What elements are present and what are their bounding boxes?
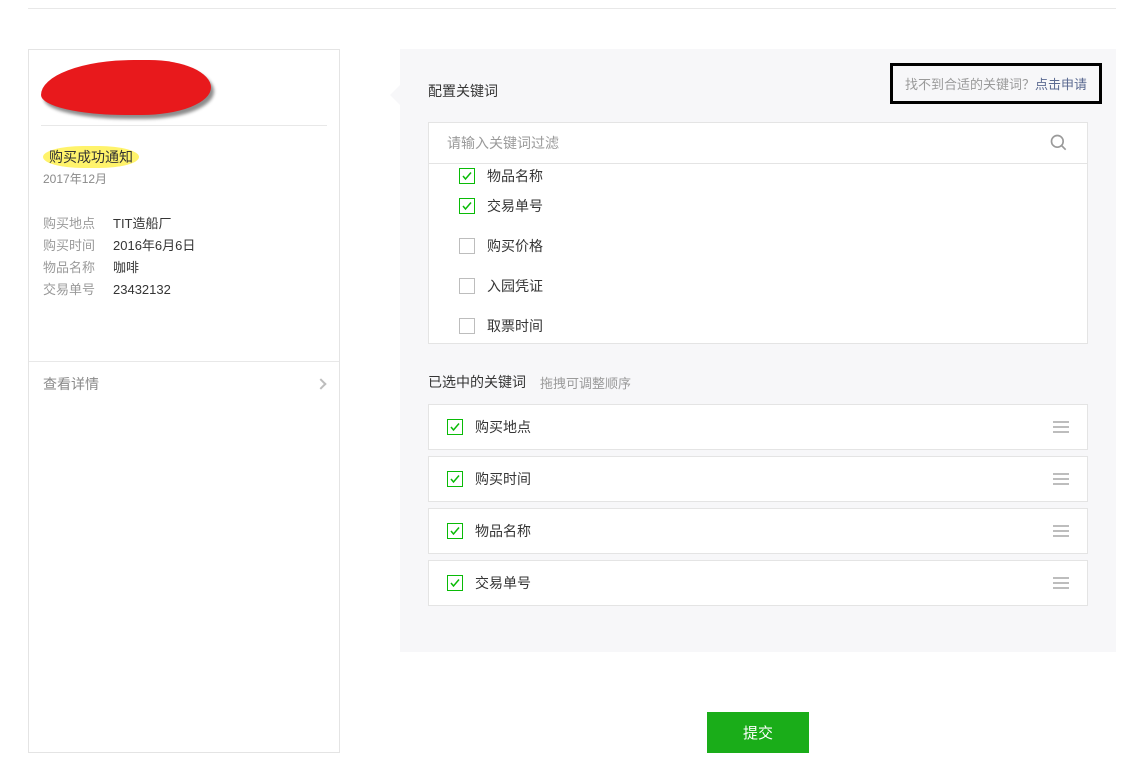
selected-keyword-item[interactable]: 购买地点 <box>428 404 1088 450</box>
preview-kv-row: 交易单号 23432132 <box>43 279 325 301</box>
drag-handle-icon[interactable] <box>1053 525 1069 537</box>
keyword-label: 取票时间 <box>487 316 543 336</box>
selected-keyword-label: 购买地点 <box>475 417 531 437</box>
checkbox-icon <box>459 318 475 334</box>
main-container: 购买成功通知 2017年12月 购买地点 TIT造船厂 购买时间 2016年6月… <box>0 9 1144 753</box>
config-section-title: 配置关键词 <box>428 81 498 101</box>
submit-button[interactable]: 提交 <box>707 712 809 753</box>
selected-hint: 拖拽可调整顺序 <box>540 373 631 392</box>
keyword-search-input[interactable] <box>447 135 1049 151</box>
selected-keyword-label: 交易单号 <box>475 573 531 593</box>
preview-kv-row: 购买时间 2016年6月6日 <box>43 235 325 257</box>
keyword-label: 入园凭证 <box>487 276 543 296</box>
checkbox-icon <box>447 471 463 487</box>
config-box: 配置关键词 找不到合适的关键词？点击申请 物品名称 交易单号 <box>400 49 1116 652</box>
template-preview-card: 购买成功通知 2017年12月 购买地点 TIT造船厂 购买时间 2016年6月… <box>28 49 340 753</box>
apply-link[interactable]: 点击申请 <box>1035 77 1087 92</box>
selected-header: 已选中的关键词 拖拽可调整顺序 <box>428 372 1088 392</box>
preview-kv-value: 咖啡 <box>113 257 139 279</box>
selected-keyword-item[interactable]: 物品名称 <box>428 508 1088 554</box>
chevron-right-icon <box>315 378 326 389</box>
preview-kv-row: 购买地点 TIT造船厂 <box>43 213 325 235</box>
keyword-option[interactable]: 购买价格 <box>429 226 1087 266</box>
keyword-option[interactable]: 取票时间 <box>429 306 1087 344</box>
keyword-option[interactable]: 物品名称 <box>429 166 1087 186</box>
keyword-label: 交易单号 <box>487 196 543 216</box>
preview-kv-list: 购买地点 TIT造船厂 购买时间 2016年6月6日 物品名称 咖啡 交易单号 … <box>43 213 325 301</box>
keyword-label: 购买价格 <box>487 236 543 256</box>
config-panel: 配置关键词 找不到合适的关键词？点击申请 物品名称 交易单号 <box>400 49 1116 753</box>
checkbox-icon <box>459 238 475 254</box>
selected-keyword-label: 物品名称 <box>475 521 531 541</box>
preview-divider <box>41 125 327 126</box>
preview-header <box>29 50 339 132</box>
preview-kv-value: TIT造船厂 <box>113 213 172 235</box>
preview-kv-value: 23432132 <box>113 279 171 301</box>
submit-row: 提交 <box>400 712 1116 753</box>
selected-keyword-item[interactable]: 交易单号 <box>428 560 1088 606</box>
checkbox-icon <box>447 419 463 435</box>
search-icon <box>1049 133 1069 153</box>
preview-footer-label: 查看详情 <box>43 374 99 394</box>
drag-handle-icon[interactable] <box>1053 421 1069 433</box>
selected-title: 已选中的关键词 <box>428 372 526 392</box>
keyword-pool-list[interactable]: 物品名称 交易单号 购买价格 入园凭证 取票时间 <box>428 164 1088 344</box>
redacted-avatar <box>41 60 211 115</box>
selected-keyword-list: 购买地点 购买时间 物品名称 交易单号 <box>428 404 1088 606</box>
checkbox-icon <box>459 278 475 294</box>
keyword-label: 物品名称 <box>487 166 543 186</box>
keyword-option[interactable]: 入园凭证 <box>429 266 1087 306</box>
checkbox-icon <box>459 198 475 214</box>
preview-kv-label: 物品名称 <box>43 257 113 279</box>
selected-keyword-item[interactable]: 购买时间 <box>428 456 1088 502</box>
preview-title: 购买成功通知 <box>43 146 139 168</box>
preview-kv-value: 2016年6月6日 <box>113 235 195 257</box>
preview-kv-row: 物品名称 咖啡 <box>43 257 325 279</box>
checkbox-icon <box>447 575 463 591</box>
config-header: 配置关键词 找不到合适的关键词？点击申请 <box>428 81 1088 104</box>
preview-kv-label: 购买时间 <box>43 235 113 257</box>
preview-kv-label: 购买地点 <box>43 213 113 235</box>
drag-handle-icon[interactable] <box>1053 577 1069 589</box>
keyword-search-box <box>428 122 1088 164</box>
preview-footer-link[interactable]: 查看详情 <box>29 361 339 406</box>
apply-prompt-text: 找不到合适的关键词？ <box>905 77 1035 92</box>
apply-highlight-box: 找不到合适的关键词？点击申请 <box>890 63 1102 104</box>
preview-body: 购买成功通知 2017年12月 购买地点 TIT造船厂 购买时间 2016年6月… <box>29 132 339 361</box>
preview-kv-label: 交易单号 <box>43 279 113 301</box>
drag-handle-icon[interactable] <box>1053 473 1069 485</box>
selected-keyword-label: 购买时间 <box>475 469 531 489</box>
preview-date: 2017年12月 <box>43 170 325 187</box>
keyword-option[interactable]: 交易单号 <box>429 186 1087 226</box>
checkbox-icon <box>459 168 475 184</box>
checkbox-icon <box>447 523 463 539</box>
